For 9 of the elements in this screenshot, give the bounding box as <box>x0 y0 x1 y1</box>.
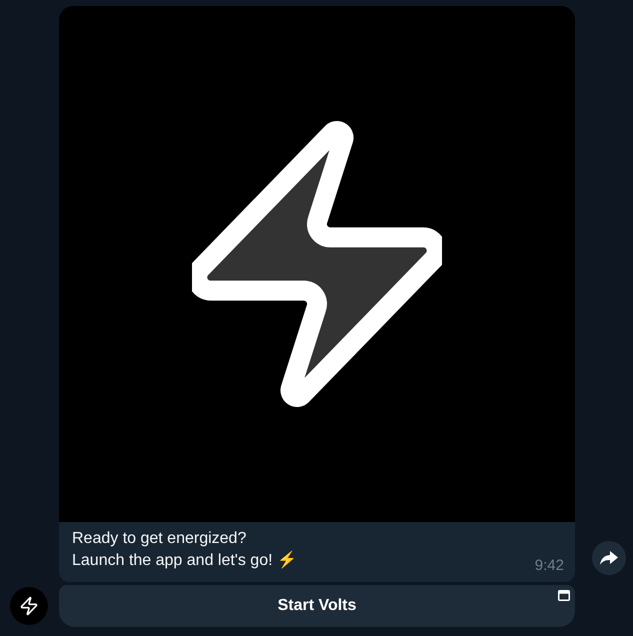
window-icon <box>558 590 570 601</box>
forward-arrow-icon <box>600 551 618 565</box>
message-time: 9:42 <box>534 556 564 576</box>
bot-avatar[interactable] <box>10 587 48 625</box>
start-button[interactable]: Start Volts <box>59 585 575 627</box>
message-caption: Ready to get energized? Launch the app and let's go! ⚡ <box>72 529 297 571</box>
lightning-bolt-icon <box>192 119 442 409</box>
share-button[interactable] <box>592 541 626 575</box>
lightning-icon <box>19 596 39 616</box>
